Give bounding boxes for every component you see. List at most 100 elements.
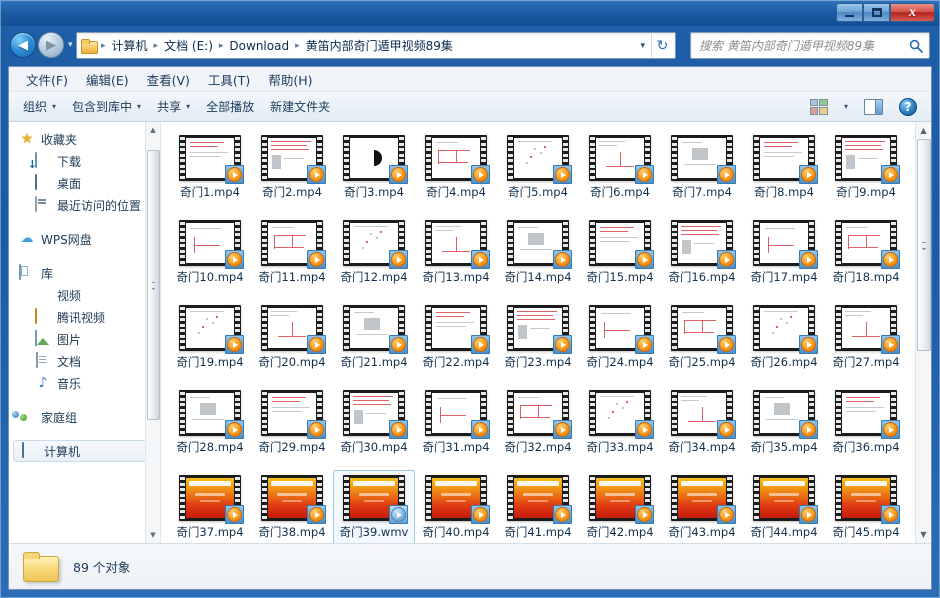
file-tile[interactable]: 奇门6.mp4 — [579, 130, 661, 215]
file-tile[interactable]: 奇门9.mp4 — [825, 130, 907, 215]
file-tile[interactable]: 奇门16.mp4 — [661, 215, 743, 300]
file-tile[interactable]: 奇门33.mp4 — [579, 385, 661, 470]
file-tile[interactable]: 奇门34.mp4 — [661, 385, 743, 470]
new-folder-button[interactable]: 新建文件夹 — [262, 94, 338, 119]
file-tile[interactable]: 奇门13.mp4 — [415, 215, 497, 300]
sidebar-item-desktop[interactable]: 桌面 — [9, 172, 160, 194]
menu-file[interactable]: 文件(F) — [17, 67, 77, 92]
sidebar-item-download[interactable]: 下载 — [9, 150, 160, 172]
file-tile[interactable]: 奇门42.mp4 — [579, 470, 661, 543]
file-scroll-down-button[interactable]: ▼ — [916, 526, 932, 543]
nav-scroll-up-button[interactable]: ▲ — [146, 122, 161, 138]
change-view-button[interactable] — [802, 95, 836, 119]
file-tile[interactable]: 奇门29.mp4 — [251, 385, 333, 470]
file-scroll-thumb[interactable] — [916, 139, 931, 351]
file-scroll-up-button[interactable]: ▲ — [916, 122, 932, 139]
file-tile[interactable]: 奇门5.mp4 — [497, 130, 579, 215]
sidebar-item-library[interactable]: 库 — [9, 262, 160, 284]
file-tile[interactable]: 奇门8.mp4 — [743, 130, 825, 215]
play-all-button[interactable]: 全部播放 — [198, 94, 262, 119]
sidebar-item-tencent-video[interactable]: 腾讯视频 — [9, 306, 160, 328]
file-tile[interactable]: 奇门39.wmv — [333, 470, 415, 543]
file-tile[interactable]: 奇门27.mp4 — [825, 300, 907, 385]
file-tile[interactable]: 奇门28.mp4 — [169, 385, 251, 470]
navigation-scrollbar[interactable]: ▲ ▼ — [145, 122, 160, 543]
menu-tools[interactable]: 工具(T) — [199, 67, 259, 92]
file-tile[interactable]: 奇门22.mp4 — [415, 300, 497, 385]
file-tile[interactable]: 奇门24.mp4 — [579, 300, 661, 385]
address-dropdown-icon[interactable]: ▾ — [634, 41, 651, 51]
help-button[interactable]: ? — [891, 94, 925, 120]
file-tile[interactable]: 奇门25.mp4 — [661, 300, 743, 385]
file-tile[interactable]: 奇门11.mp4 — [251, 215, 333, 300]
address-bar[interactable]: ▸ 计算机 ▸ 文档 (E:) ▸ Download ▸ 黄笛内部奇门遁甲视频8… — [76, 32, 676, 59]
file-tile[interactable]: 奇门45.mp4 — [825, 470, 907, 543]
nav-scroll-thumb[interactable] — [146, 150, 160, 420]
file-tile[interactable]: 奇门31.mp4 — [415, 385, 497, 470]
file-tile[interactable]: 奇门1.mp4 — [169, 130, 251, 215]
file-tile[interactable]: 奇门41.mp4 — [497, 470, 579, 543]
search-input[interactable] — [699, 38, 907, 53]
file-tile[interactable]: 奇门12.mp4 — [333, 215, 415, 300]
file-tile[interactable]: 奇门30.mp4 — [333, 385, 415, 470]
nav-scroll-down-button[interactable]: ▼ — [146, 527, 161, 543]
file-tile[interactable]: 奇门36.mp4 — [825, 385, 907, 470]
sidebar-item-cloud[interactable]: ☁ WPS网盘 — [9, 228, 160, 250]
sidebar-item-music[interactable]: ♪ 音乐 — [9, 372, 160, 394]
forward-button[interactable]: ▶ — [38, 32, 64, 58]
file-tile[interactable]: 奇门7.mp4 — [661, 130, 743, 215]
include-in-library-button[interactable]: 包含到库中 ▾ — [64, 94, 149, 119]
close-button[interactable]: x — [890, 3, 935, 22]
breadcrumb-item-download[interactable]: Download — [225, 37, 293, 55]
nav-scroll-track[interactable] — [146, 138, 161, 527]
file-tile[interactable]: 奇门15.mp4 — [579, 215, 661, 300]
share-button[interactable]: 共享 ▾ — [149, 94, 198, 119]
file-tile[interactable]: 奇门4.mp4 — [415, 130, 497, 215]
file-tile[interactable]: 奇门37.mp4 — [169, 470, 251, 543]
file-tile[interactable]: 奇门21.mp4 — [333, 300, 415, 385]
file-tile[interactable]: 奇门32.mp4 — [497, 385, 579, 470]
breadcrumb-item-documents[interactable]: 文档 (E:) — [160, 35, 217, 56]
file-tile[interactable]: 奇门3.mp4 — [333, 130, 415, 215]
sidebar-item-computer[interactable]: 计算机 — [13, 440, 156, 462]
menu-edit[interactable]: 编辑(E) — [77, 67, 138, 92]
file-tile[interactable]: 奇门23.mp4 — [497, 300, 579, 385]
search-icon[interactable] — [907, 37, 925, 55]
sidebar-item-documents[interactable]: 文档 — [9, 350, 160, 372]
minimize-button[interactable] — [836, 3, 863, 22]
file-list-pane[interactable]: 奇门1.mp4 奇门2.mp4 奇门3.mp4 奇门4.mp4 奇门5.mp4 奇门6.m… — [161, 122, 931, 543]
breadcrumb-item-current-folder[interactable]: 黄笛内部奇门遁甲视频89集 — [302, 35, 457, 56]
file-tile[interactable]: 奇门2.mp4 — [251, 130, 333, 215]
search-box[interactable] — [690, 32, 930, 59]
file-tile[interactable]: 奇门40.mp4 — [415, 470, 497, 543]
file-scrollbar[interactable]: ▲ ▼ — [915, 122, 931, 543]
sidebar-item-star[interactable]: ★ 收藏夹 — [9, 128, 160, 150]
file-tile[interactable]: 奇门10.mp4 — [169, 215, 251, 300]
sidebar-item-pictures[interactable]: 图片 — [9, 328, 160, 350]
menu-help[interactable]: 帮助(H) — [259, 67, 321, 92]
file-tile[interactable]: 奇门26.mp4 — [743, 300, 825, 385]
file-tile[interactable]: 奇门14.mp4 — [497, 215, 579, 300]
organize-button[interactable]: 组织 ▾ — [15, 94, 64, 119]
file-tile[interactable]: 奇门43.mp4 — [661, 470, 743, 543]
file-tile[interactable]: 奇门35.mp4 — [743, 385, 825, 470]
maximize-button[interactable] — [863, 3, 890, 22]
breadcrumb-item-computer[interactable]: 计算机 — [108, 35, 152, 56]
file-tile[interactable]: 奇门19.mp4 — [169, 300, 251, 385]
file-tile[interactable]: 奇门18.mp4 — [825, 215, 907, 300]
menu-view[interactable]: 查看(V) — [138, 67, 199, 92]
file-tile[interactable]: 奇门38.mp4 — [251, 470, 333, 543]
sidebar-item-homegroup[interactable]: 家庭组 — [9, 406, 160, 428]
file-scroll-track[interactable] — [916, 139, 932, 526]
title-bar[interactable]: x — [0, 0, 940, 26]
refresh-button[interactable]: ↻ — [651, 34, 673, 57]
file-tile[interactable]: 奇门44.mp4 — [743, 470, 825, 543]
sidebar-item-recent[interactable]: 最近访问的位置 — [9, 194, 160, 216]
view-dropdown-button[interactable]: ▾ — [836, 98, 856, 115]
preview-pane-button[interactable] — [856, 95, 891, 119]
sidebar-item-video[interactable]: 视频 — [9, 284, 160, 306]
recent-pages-dropdown-icon[interactable]: ▾ — [68, 40, 73, 50]
file-tile[interactable]: 奇门20.mp4 — [251, 300, 333, 385]
file-tile[interactable]: 奇门17.mp4 — [743, 215, 825, 300]
back-button[interactable]: ◀ — [10, 32, 36, 58]
